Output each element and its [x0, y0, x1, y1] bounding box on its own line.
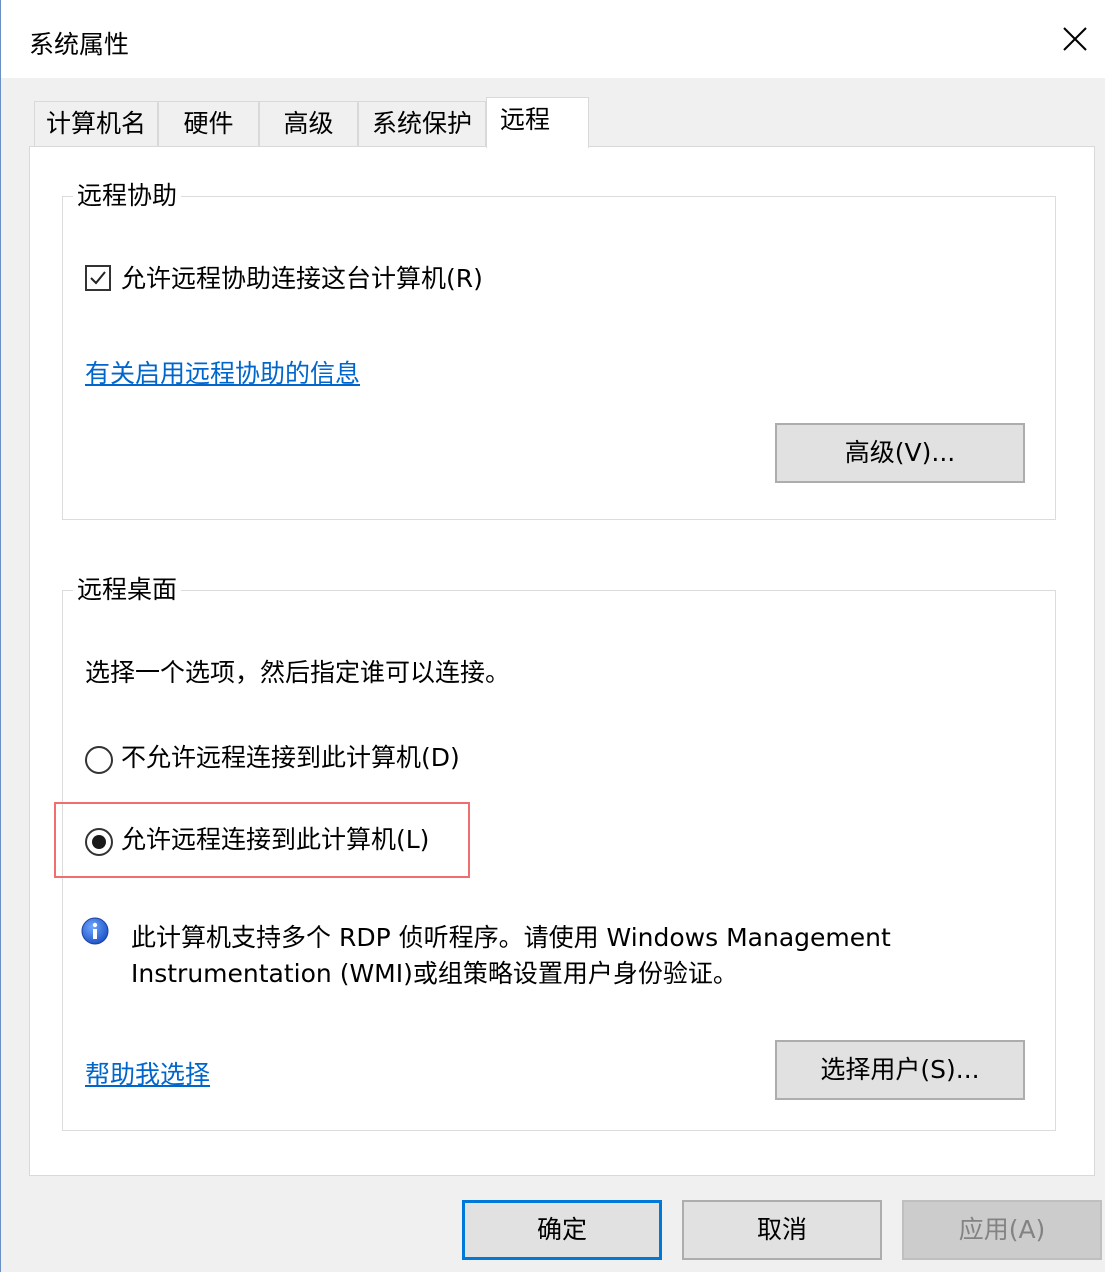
deny-remote-label[interactable]: 不允许远程连接到此计算机(D): [121, 741, 460, 775]
close-icon: [1063, 27, 1087, 51]
title-bar: 系统属性: [1, 0, 1105, 78]
window-title: 系统属性: [29, 30, 130, 59]
info-icon: [81, 917, 109, 945]
remote-assistance-group-label: 远程协助: [73, 180, 182, 212]
system-properties-dialog: 系统属性 计算机名 硬件 高级 系统保护 远程 远程协助 允许远程协助连接这台计…: [0, 0, 1105, 1272]
tab-advanced[interactable]: 高级: [259, 101, 358, 147]
allow-remote-label[interactable]: 允许远程连接到此计算机(L): [121, 823, 429, 857]
remote-desktop-group-label: 远程桌面: [73, 574, 182, 606]
allow-remote-assistance-checkbox[interactable]: [85, 265, 111, 291]
allow-remote-assistance-label[interactable]: 允许远程协助连接这台计算机(R): [121, 262, 483, 296]
apply-button[interactable]: 应用(A): [902, 1200, 1102, 1260]
rdp-info-line2: Instrumentation (WMI)或组策略设置用户身份验证。: [131, 959, 738, 988]
radio-selected-dot: [92, 835, 106, 849]
cancel-button[interactable]: 取消: [682, 1200, 882, 1260]
rdp-info-line1: 此计算机支持多个 RDP 侦听程序。请使用 Windows Management: [131, 923, 891, 952]
advanced-button[interactable]: 高级(V)...: [775, 423, 1025, 483]
allow-remote-radio[interactable]: [85, 828, 113, 856]
rdp-info-text: 此计算机支持多个 RDP 侦听程序。请使用 Windows Management…: [131, 920, 971, 992]
checkmark-icon: [90, 271, 106, 285]
help-me-choose-link[interactable]: 帮助我选择: [85, 1058, 210, 1092]
remote-desktop-instruction: 选择一个选项，然后指定谁可以连接。: [85, 658, 511, 687]
deny-remote-radio[interactable]: [85, 746, 113, 774]
tab-hardware[interactable]: 硬件: [158, 101, 259, 147]
select-users-button[interactable]: 选择用户(S)...: [775, 1040, 1025, 1100]
ok-button[interactable]: 确定: [462, 1200, 662, 1260]
tab-system-protection[interactable]: 系统保护: [358, 101, 486, 147]
close-button[interactable]: [1046, 10, 1105, 66]
tab-computer-name[interactable]: 计算机名: [34, 101, 158, 147]
remote-assistance-info-link[interactable]: 有关启用远程协助的信息: [85, 357, 360, 391]
tab-remote[interactable]: 远程: [486, 97, 589, 148]
